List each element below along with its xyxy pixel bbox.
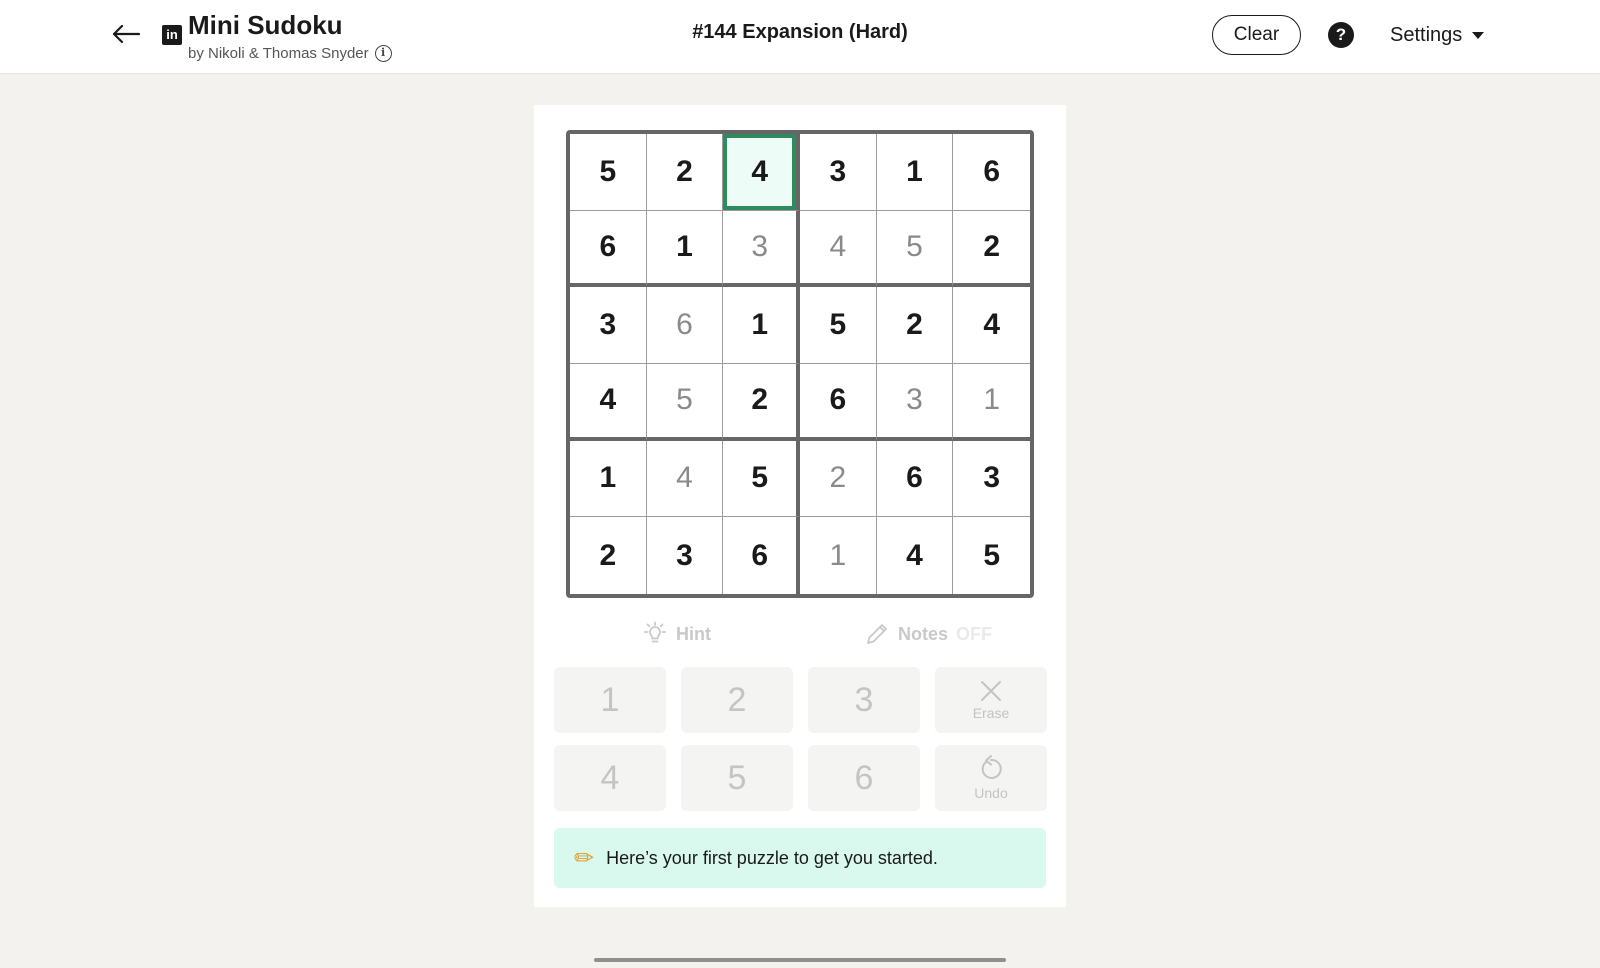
linkedin-logo-icon: in [162, 25, 182, 45]
sudoku-cell[interactable]: 1 [800, 517, 877, 594]
notes-label: Notes [898, 623, 949, 644]
sudoku-cell[interactable]: 2 [876, 287, 954, 364]
sudoku-cell[interactable]: 3 [570, 287, 647, 364]
sudoku-cell[interactable]: 3 [876, 363, 954, 441]
sudoku-cell[interactable]: 4 [953, 287, 1030, 364]
key-4[interactable]: 4 [554, 745, 666, 811]
sudoku-grid: 524316613452361524452631145263236145 [566, 130, 1034, 598]
sudoku-cell[interactable]: 2 [799, 440, 877, 518]
sudoku-cell[interactable]: 1 [570, 440, 647, 518]
sudoku-cell[interactable]: 1 [646, 210, 724, 288]
hint-label: Hint [676, 623, 711, 644]
help-icon[interactable]: ? [1328, 22, 1354, 48]
sudoku-cell[interactable]: 2 [646, 134, 724, 211]
pencil-icon: ✏ [574, 844, 595, 872]
notes-state: OFF [956, 623, 993, 644]
key-3[interactable]: 3 [808, 667, 920, 733]
close-icon [981, 681, 1001, 701]
byline: by Nikoli & Thomas Snyder i [188, 45, 392, 62]
key-1[interactable]: 1 [554, 667, 666, 733]
back-arrow-icon [112, 24, 141, 44]
pencil-icon [867, 624, 887, 644]
tool-row: Hint Notes OFF [566, 615, 1034, 655]
clear-button[interactable]: Clear [1212, 15, 1301, 55]
sudoku-cell[interactable]: 5 [723, 440, 800, 518]
key-2[interactable]: 2 [681, 667, 793, 733]
sudoku-cell[interactable]: 5 [799, 287, 877, 364]
sudoku-cell[interactable]: 4 [799, 210, 877, 288]
top-bar: in Mini Sudoku by Nikoli & Thomas Snyder… [0, 0, 1600, 74]
erase-label: Erase [972, 705, 1010, 721]
home-indicator [594, 958, 1006, 962]
sudoku-cell[interactable]: 4 [570, 363, 647, 441]
key-5[interactable]: 5 [681, 745, 793, 811]
undo-label: Undo [974, 785, 1008, 801]
sudoku-cell[interactable]: 6 [876, 440, 954, 518]
sudoku-cell[interactable]: 1 [876, 134, 954, 211]
sudoku-cell[interactable]: 6 [646, 287, 724, 364]
sudoku-cell[interactable]: 1 [723, 287, 800, 364]
sudoku-cell[interactable]: 3 [647, 517, 724, 594]
sudoku-cell[interactable]: 4 [646, 440, 724, 518]
sudoku-cell[interactable]: 1 [953, 364, 1030, 441]
sudoku-cell[interactable]: 5 [570, 134, 647, 211]
banner-text: Here’s your first puzzle to get you star… [606, 847, 938, 868]
back-button[interactable] [108, 16, 144, 52]
chevron-down-icon [1472, 31, 1485, 39]
number-keypad: 1 2 3 Erase 4 5 6 Undo [554, 667, 1047, 817]
info-icon[interactable]: i [374, 45, 392, 62]
sudoku-cell[interactable]: 5 [953, 517, 1030, 594]
byline-text: by Nikoli & Thomas Snyder [188, 45, 369, 62]
lightbulb-icon [644, 621, 666, 643]
sudoku-cell[interactable]: 2 [570, 517, 647, 594]
notes-toggle[interactable]: Notes OFF [864, 621, 992, 647]
sudoku-cell[interactable]: 6 [723, 517, 800, 594]
sudoku-cell[interactable]: 5 [876, 210, 954, 288]
sudoku-cell[interactable]: 2 [723, 363, 800, 441]
undo-button[interactable]: Undo [935, 745, 1047, 811]
hint-button[interactable]: Hint [642, 621, 711, 647]
sudoku-cell[interactable]: 3 [723, 210, 800, 288]
sudoku-cell[interactable]: 4 [723, 134, 800, 211]
game-card: 524316613452361524452631145263236145 Hin… [534, 105, 1066, 907]
sudoku-cell[interactable]: 2 [953, 211, 1030, 288]
settings-label: Settings [1390, 23, 1463, 46]
sudoku-cell[interactable]: 3 [953, 441, 1030, 518]
key-6[interactable]: 6 [808, 745, 920, 811]
info-banner: ✏ Here’s your first puzzle to get you st… [554, 828, 1046, 888]
settings-button[interactable]: Settings [1390, 22, 1485, 48]
sudoku-cell[interactable]: 6 [953, 134, 1030, 211]
erase-button[interactable]: Erase [935, 667, 1047, 733]
sudoku-cell[interactable]: 4 [877, 517, 954, 594]
sudoku-cell[interactable]: 6 [570, 210, 647, 288]
undo-icon [981, 755, 1002, 779]
sudoku-cell[interactable]: 3 [799, 134, 877, 211]
app-title: Mini Sudoku [188, 10, 343, 40]
sudoku-cell[interactable]: 5 [646, 363, 724, 441]
sudoku-cell[interactable]: 6 [799, 363, 877, 441]
